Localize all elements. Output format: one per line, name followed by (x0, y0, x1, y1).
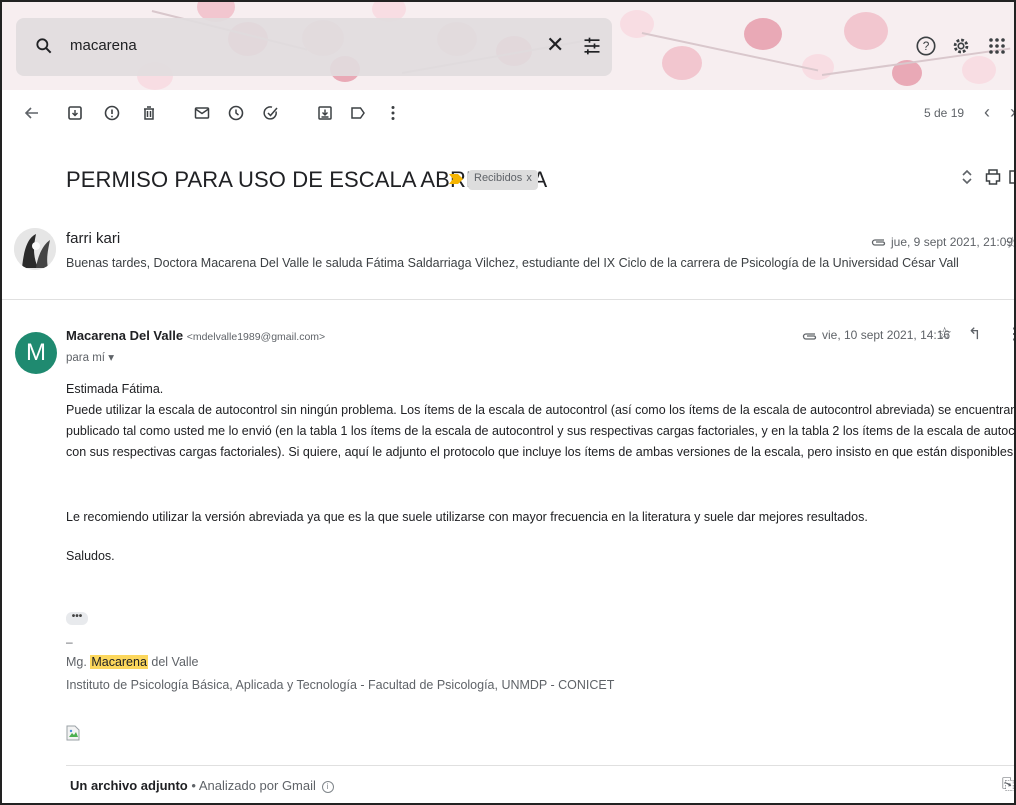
body-paragraph: Le recomiendo utilizar la versión abrevi… (66, 510, 868, 524)
attachment-indicator-icon (871, 239, 886, 246)
broken-image-icon (66, 725, 80, 741)
recipient-label: para mí (66, 352, 105, 364)
body-line: Puede utilizar la escala de autocontrol … (66, 403, 1016, 417)
more-options-icon[interactable]: ⋮ (1006, 324, 1014, 344)
message-divider (2, 299, 1014, 300)
label-text: Recibidos (474, 172, 523, 184)
attachments-divider (66, 765, 1014, 766)
print-icon[interactable] (983, 167, 1003, 187)
body-line: publicado tal como usted me lo envió (en… (66, 424, 1015, 438)
message-2-email: <mdelvalle1989@gmail.com> (186, 331, 326, 343)
sender-avatar-photo[interactable] (14, 228, 56, 270)
message-1-snippet[interactable]: Buenas tardes, Doctora Macarena Del Vall… (66, 256, 959, 270)
back-icon[interactable] (22, 103, 42, 123)
mark-unread-icon[interactable] (192, 103, 212, 123)
attachment-separator: • (191, 778, 196, 793)
importance-marker-icon[interactable] (449, 174, 463, 184)
archive-icon[interactable] (65, 103, 85, 123)
help-icon[interactable]: ? (915, 35, 937, 57)
message-body: Estimada Fátima. Puede utilizar la escal… (66, 379, 1016, 567)
clear-search-icon[interactable]: ✕ (546, 34, 564, 56)
show-trimmed-content-button[interactable]: ••• (66, 612, 88, 625)
open-in-new-window-icon[interactable] (1006, 167, 1016, 187)
info-icon[interactable]: i (321, 781, 334, 793)
expand-all-icon[interactable] (957, 167, 977, 187)
attachment-indicator-icon (802, 333, 817, 340)
attachments-summary: Un archivo adjunto • Analizado por Gmail… (70, 778, 334, 793)
gmail-window: macarena ✕ ? 5 de 19 ‹ › PERMISO PARA US… (0, 0, 1016, 805)
more-options-icon[interactable] (383, 103, 403, 123)
next-message-icon[interactable]: › (1010, 102, 1014, 123)
message-2-sender-line[interactable]: Macarena Del Valle <mdelvalle1989@gmail.… (66, 328, 325, 343)
recipient-details[interactable]: para mí ▾ (66, 350, 114, 364)
inbox-label-chip[interactable]: Recibidos x (468, 170, 538, 190)
attachment-count: Un archivo adjunto (70, 778, 188, 793)
signature-surname: del Valle (151, 655, 199, 669)
search-bar[interactable]: macarena ✕ (16, 18, 612, 76)
previous-message-icon[interactable]: ‹ (984, 102, 990, 123)
remove-label-icon[interactable]: x (526, 172, 532, 184)
message-1-date: jue, 9 sept 2021, 21:09 (891, 235, 1014, 249)
message-1-sender[interactable]: farri kari (66, 230, 120, 247)
chevron-down-icon[interactable]: ▾ (108, 352, 114, 364)
delete-icon[interactable] (139, 103, 159, 123)
star-icon[interactable]: ☆ (937, 324, 952, 344)
reply-icon[interactable]: ↰ (968, 324, 981, 344)
signature-name: Mg. Macarena del Valle (66, 655, 198, 669)
snooze-icon[interactable] (226, 103, 246, 123)
signature-institution: Instituto de Psicología Básica, Aplicada… (66, 678, 615, 692)
settings-icon[interactable] (950, 35, 972, 57)
search-icon[interactable] (34, 36, 54, 56)
header-bar: macarena ✕ ? (2, 2, 1014, 90)
search-input[interactable]: macarena (70, 37, 137, 54)
scan-status: Analizado por Gmail (198, 778, 316, 793)
add-to-drive-icon[interactable]: ⎘ (1002, 776, 1014, 793)
search-options-icon[interactable] (582, 35, 602, 57)
signature-separator: – (66, 635, 73, 649)
move-to-icon[interactable] (315, 103, 335, 123)
pager-count: 5 de 19 (924, 106, 965, 120)
closing: Saludos. (66, 549, 115, 563)
search-highlight: Macarena (90, 655, 148, 669)
add-task-icon[interactable] (261, 103, 281, 123)
sender-avatar[interactable]: M (15, 332, 57, 374)
message-2-date: vie, 10 sept 2021, 14:16 (822, 328, 951, 342)
spam-icon[interactable] (102, 103, 122, 123)
body-line: con sus respectivas cargas factoriales).… (66, 445, 1014, 459)
message-toolbar: 5 de 19 ‹ › (2, 90, 1014, 138)
greeting: Estimada Fátima. (66, 382, 164, 396)
signature-title: Mg. (66, 655, 87, 669)
svg-text:?: ? (923, 39, 930, 53)
star-icon[interactable]: ☆ (1005, 233, 1014, 253)
label-icon[interactable] (348, 103, 368, 123)
apps-icon[interactable] (988, 37, 1006, 55)
message-2-sender[interactable]: Macarena Del Valle (66, 328, 183, 343)
